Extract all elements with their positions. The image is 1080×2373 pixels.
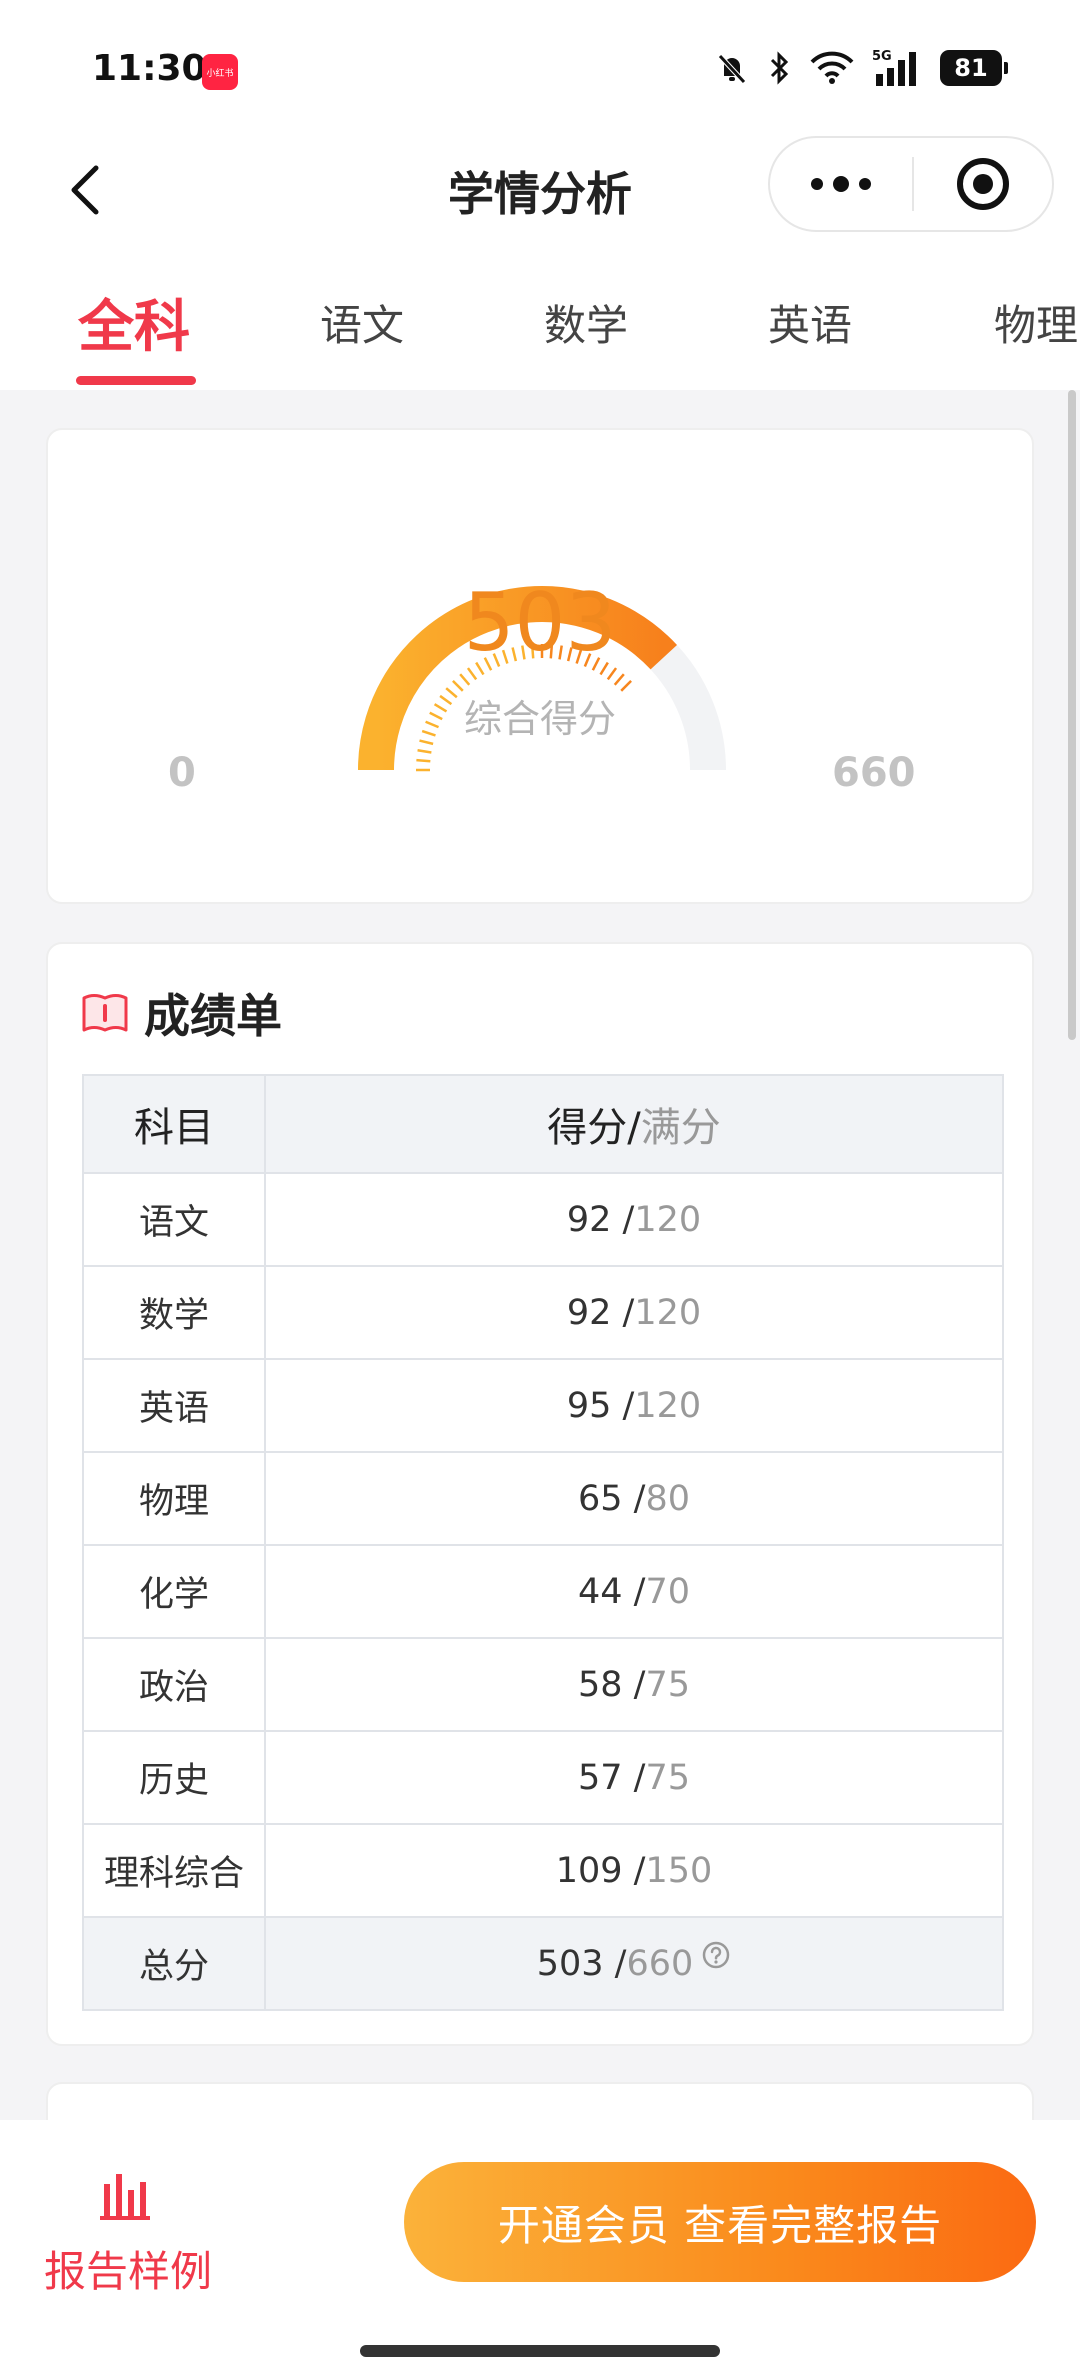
- gauge-tick: [613, 673, 625, 686]
- app-badge: 小红书: [202, 54, 238, 90]
- target-circle-icon: [957, 158, 1009, 210]
- score-cell: 92 /120: [264, 1265, 1004, 1360]
- total-score: 503 /660: [264, 1916, 1004, 2011]
- status-icons: 5G 81: [714, 48, 1008, 88]
- table-row: 历史 57 /75: [82, 1730, 1004, 1825]
- header-score: 得分/满分: [264, 1074, 1004, 1174]
- report-sample-button[interactable]: 报告样例: [44, 2170, 214, 2296]
- home-indicator[interactable]: [360, 2345, 720, 2357]
- gauge-tick: [459, 673, 471, 686]
- table-row: 语文 92 /120: [82, 1172, 1004, 1267]
- status-bar: 11:30 小红书 5G 81: [0, 0, 1080, 130]
- table-row: 理科综合 109 /150: [82, 1823, 1004, 1918]
- bluetooth-icon: [770, 51, 789, 85]
- score-cell: 95 /120: [264, 1358, 1004, 1453]
- nav-bar: 学情分析: [0, 130, 1080, 250]
- subject-cell: 物理: [82, 1451, 266, 1546]
- transcript-title: 成绩单: [144, 989, 282, 1043]
- score-overview-card: 503 综合得分 0 660: [46, 428, 1034, 904]
- active-tab-indicator: [76, 376, 196, 385]
- subject-cell: 历史: [82, 1730, 266, 1825]
- open-membership-button[interactable]: 开通会员 查看完整报告: [404, 2162, 1036, 2282]
- table-row: 物理 65 /80: [82, 1451, 1004, 1546]
- scrollbar[interactable]: [1068, 390, 1076, 1040]
- signal-5g-icon: 5G: [872, 49, 916, 86]
- subject-cell: 数学: [82, 1265, 266, 1360]
- gauge-tick: [466, 667, 478, 681]
- score-cell: 65 /80: [264, 1451, 1004, 1546]
- status-time: 11:30: [92, 48, 207, 89]
- report-sample-label: 报告样例: [44, 2247, 213, 2296]
- gauge-max-label: 660: [832, 750, 916, 796]
- mini-program-capsule: [768, 136, 1054, 232]
- tab-english[interactable]: 英语: [768, 292, 852, 353]
- score-cell: 58 /75: [264, 1637, 1004, 1732]
- score-cell: 92 /120: [264, 1172, 1004, 1267]
- subject-cell: 政治: [82, 1637, 266, 1732]
- home-indicator-area: [0, 2325, 1080, 2373]
- score-cell: 109 /150: [264, 1823, 1004, 1918]
- tab-chinese[interactable]: 语文: [320, 292, 404, 353]
- more-dots-icon: [811, 176, 871, 192]
- bar-chart-icon: [100, 2174, 150, 2220]
- close-button[interactable]: [914, 138, 1052, 230]
- subject-cell: 语文: [82, 1172, 266, 1267]
- score-cell: 57 /75: [264, 1730, 1004, 1825]
- open-book-icon: [82, 994, 128, 1032]
- tab-physics[interactable]: 物理: [994, 292, 1078, 353]
- score-table: 科目 得分/满分 语文 92 /120 数学 92 /120 英语 95 /120 物理 65…: [82, 1074, 1004, 2011]
- help-circle-icon[interactable]: [701, 1940, 731, 1970]
- svg-text:5G: 5G: [872, 49, 892, 64]
- battery-indicator: 81: [940, 50, 1008, 86]
- transcript-header: 成绩单: [80, 980, 282, 1046]
- subject-cell: 化学: [82, 1544, 266, 1639]
- table-row: 数学 92 /120: [82, 1265, 1004, 1360]
- total-label: 总分: [82, 1916, 266, 2011]
- table-row: 化学 44 /70: [82, 1544, 1004, 1639]
- wifi-icon: [810, 51, 854, 84]
- mute-bell-icon: [718, 54, 746, 84]
- table-header-row: 科目 得分/满分: [82, 1074, 1004, 1174]
- total-row: 总分 503 /660: [82, 1916, 1004, 2011]
- gauge-tick: [417, 749, 432, 754]
- gauge-tick: [416, 758, 431, 763]
- subject-tab-bar: 全科 语文 数学 英语 物理: [0, 250, 1080, 390]
- composite-score-label: 综合得分: [463, 697, 616, 741]
- gauge-tick: [606, 667, 618, 681]
- table-row: 英语 95 /120: [82, 1358, 1004, 1453]
- transcript-card: 成绩单 科目 得分/满分 语文 92 /120 数学 92 /120 英语 95 /120…: [46, 942, 1034, 2046]
- gauge-min-label: 0: [168, 750, 196, 796]
- subject-cell: 理科综合: [82, 1823, 266, 1918]
- table-row: 政治 58 /75: [82, 1637, 1004, 1732]
- subject-cell: 英语: [82, 1358, 266, 1453]
- bottom-action-bar: 报告样例 开通会员 查看完整报告: [0, 2120, 1080, 2325]
- composite-score: 503: [463, 576, 617, 669]
- tab-all-subjects[interactable]: 全科: [78, 282, 190, 363]
- header-subject: 科目: [82, 1074, 266, 1174]
- tab-math[interactable]: 数学: [544, 292, 628, 353]
- score-cell: 44 /70: [264, 1544, 1004, 1639]
- more-button[interactable]: [770, 138, 912, 230]
